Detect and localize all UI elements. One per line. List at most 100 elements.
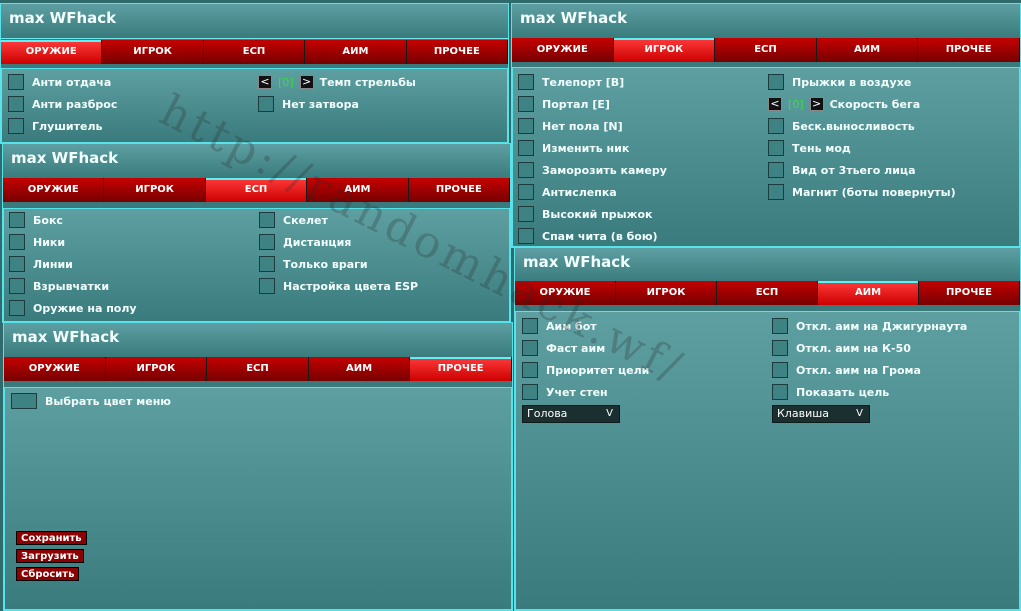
fire-rate-decrease-button[interactable]: < — [258, 75, 272, 89]
weapon-panel: Анти отдача Анти разброс Глушитель < [0]… — [1, 68, 508, 143]
checkbox-nicks[interactable] — [9, 234, 25, 250]
checkbox-no-aim-juggernaut[interactable] — [772, 318, 788, 334]
speed-value: [0] — [788, 97, 804, 111]
tab-weapon[interactable]: ОРУЖИЕ — [3, 178, 105, 202]
tab-player[interactable]: ИГРОК — [616, 281, 717, 305]
checkbox-ground-weapons[interactable] — [9, 300, 25, 316]
bone-select[interactable]: Голова V — [522, 405, 620, 423]
aim-panel: Аим бот Фаст аим Приоритет цели Учет сте… — [515, 311, 1020, 610]
tab-esp[interactable]: ЕСП — [205, 178, 308, 202]
checkbox-fast-aim[interactable] — [522, 340, 538, 356]
checkbox-skeleton[interactable] — [259, 212, 275, 228]
tab-aim[interactable]: АИМ — [818, 281, 919, 305]
checkbox-aimbot[interactable] — [522, 318, 538, 334]
checkbox-change-nick[interactable] — [518, 140, 534, 156]
checkbox-air-jump[interactable] — [768, 74, 784, 90]
tab-weapon[interactable]: ОРУЖИЕ — [515, 281, 616, 305]
label-fast-aim: Фаст аим — [546, 341, 606, 355]
checkbox-no-floor[interactable] — [518, 118, 534, 134]
checkbox-infinite-stamina[interactable] — [768, 118, 784, 134]
window-titlebar[interactable]: max WFhack — [512, 4, 1020, 39]
tab-aim[interactable]: АИМ — [816, 38, 919, 62]
tab-weapon[interactable]: ОРУЖИЕ — [1, 40, 103, 64]
menu-color-swatch[interactable] — [11, 393, 37, 409]
window-aim: max WFhack ОРУЖИЕ ИГРОК ЕСП АИМ ПРОЧЕЕ А… — [514, 247, 1021, 611]
label-enemies-only: Только враги — [283, 257, 368, 271]
tab-misc[interactable]: ПРОЧЕЕ — [410, 357, 512, 381]
tab-bar: ОРУЖИЕ ИГРОК ЕСП АИМ ПРОЧЕЕ — [512, 38, 1020, 62]
label-fire-rate: Темп стрельбы — [319, 75, 416, 89]
checkbox-wall-check[interactable] — [522, 384, 538, 400]
checkbox-third-person[interactable] — [768, 162, 784, 178]
checkbox-enemies-only[interactable] — [259, 256, 275, 272]
tab-weapon[interactable]: ОРУЖИЕ — [4, 357, 106, 381]
fire-rate-increase-button[interactable]: > — [299, 75, 314, 89]
label-target-priority: Приоритет цели — [546, 363, 650, 377]
player-panel: Телепорт [B] Портал [E] Нет пола [N] Изм… — [512, 67, 1020, 247]
checkbox-teleport[interactable] — [518, 74, 534, 90]
label-ground-weapons: Оружие на полу — [33, 301, 137, 315]
tab-esp[interactable]: ЕСП — [207, 357, 309, 381]
label-explosives: Взрывчатки — [33, 279, 110, 293]
window-titlebar[interactable]: max WFhack — [3, 144, 510, 179]
tab-aim[interactable]: АИМ — [305, 40, 407, 64]
tab-misc[interactable]: ПРОЧЕЕ — [406, 40, 509, 64]
checkbox-explosives[interactable] — [9, 278, 25, 294]
tab-weapon[interactable]: ОРУЖИЕ — [512, 38, 614, 62]
label-infinite-stamina: Беск.выносливость — [792, 119, 915, 133]
save-button[interactable]: Сохранить — [16, 531, 87, 545]
label-high-jump: Высокий прыжок — [542, 207, 653, 221]
label-no-spread: Анти разброс — [32, 97, 118, 111]
checkbox-cheat-spam[interactable] — [518, 228, 534, 244]
checkbox-no-bolt[interactable] — [258, 96, 274, 112]
label-teleport: Телепорт [B] — [542, 75, 625, 89]
label-magnet: Магнит (боты повернуты) — [792, 185, 956, 199]
label-no-recoil: Анти отдача — [32, 75, 112, 89]
checkbox-box[interactable] — [9, 212, 25, 228]
tab-misc[interactable]: ПРОЧЕЕ — [408, 178, 511, 202]
tab-misc[interactable]: ПРОЧЕЕ — [919, 281, 1020, 305]
checkbox-no-recoil[interactable] — [8, 74, 24, 90]
checkbox-no-aim-grom[interactable] — [772, 362, 788, 378]
window-titlebar[interactable]: max WFhack — [515, 248, 1020, 283]
tab-esp[interactable]: ЕСП — [715, 38, 817, 62]
checkbox-silencer[interactable] — [8, 118, 24, 134]
checkbox-esp-color[interactable] — [259, 278, 275, 294]
window-titlebar[interactable]: max WFhack — [4, 323, 512, 358]
checkbox-magnet[interactable] — [768, 184, 784, 200]
checkbox-shadow-mod[interactable] — [768, 140, 784, 156]
key-select-value: Клавиша — [777, 407, 830, 420]
reset-button[interactable]: Сбросить — [16, 567, 80, 581]
speed-increase-button[interactable]: > — [809, 97, 824, 111]
checkbox-freeze-camera[interactable] — [518, 162, 534, 178]
load-button[interactable]: Загрузить — [16, 549, 84, 563]
checkbox-anti-flash[interactable] — [518, 184, 534, 200]
tab-player[interactable]: ИГРОК — [613, 38, 716, 62]
key-select[interactable]: Клавиша V — [772, 405, 870, 423]
label-distance: Дистанция — [283, 235, 352, 249]
bone-select-value: Голова — [527, 407, 568, 420]
tab-esp[interactable]: ЕСП — [717, 281, 818, 305]
tab-player[interactable]: ИГРОК — [104, 178, 206, 202]
tab-aim[interactable]: АИМ — [308, 357, 411, 381]
checkbox-distance[interactable] — [259, 234, 275, 250]
checkbox-no-spread[interactable] — [8, 96, 24, 112]
tab-player[interactable]: ИГРОК — [105, 357, 208, 381]
window-weapon: max WFhack ОРУЖИЕ ИГРОК ЕСП АИМ ПРОЧЕЕ А… — [0, 3, 509, 144]
tab-aim[interactable]: АИМ — [307, 178, 409, 202]
chevron-down-icon: V — [606, 408, 613, 419]
checkbox-high-jump[interactable] — [518, 206, 534, 222]
tab-player[interactable]: ИГРОК — [102, 40, 204, 64]
checkbox-lines[interactable] — [9, 256, 25, 272]
tab-misc[interactable]: ПРОЧЕЕ — [918, 38, 1020, 62]
checkbox-portal[interactable] — [518, 96, 534, 112]
speed-decrease-button[interactable]: < — [768, 97, 782, 111]
checkbox-target-priority[interactable] — [522, 362, 538, 378]
checkbox-show-target[interactable] — [772, 384, 788, 400]
tab-bar: ОРУЖИЕ ИГРОК ЕСП АИМ ПРОЧЕЕ — [3, 178, 511, 202]
checkbox-no-aim-k50[interactable] — [772, 340, 788, 356]
window-titlebar[interactable]: max WFhack — [1, 4, 508, 39]
tab-esp[interactable]: ЕСП — [203, 40, 306, 64]
window-title: max WFhack — [11, 149, 119, 167]
label-box: Бокс — [33, 213, 63, 227]
